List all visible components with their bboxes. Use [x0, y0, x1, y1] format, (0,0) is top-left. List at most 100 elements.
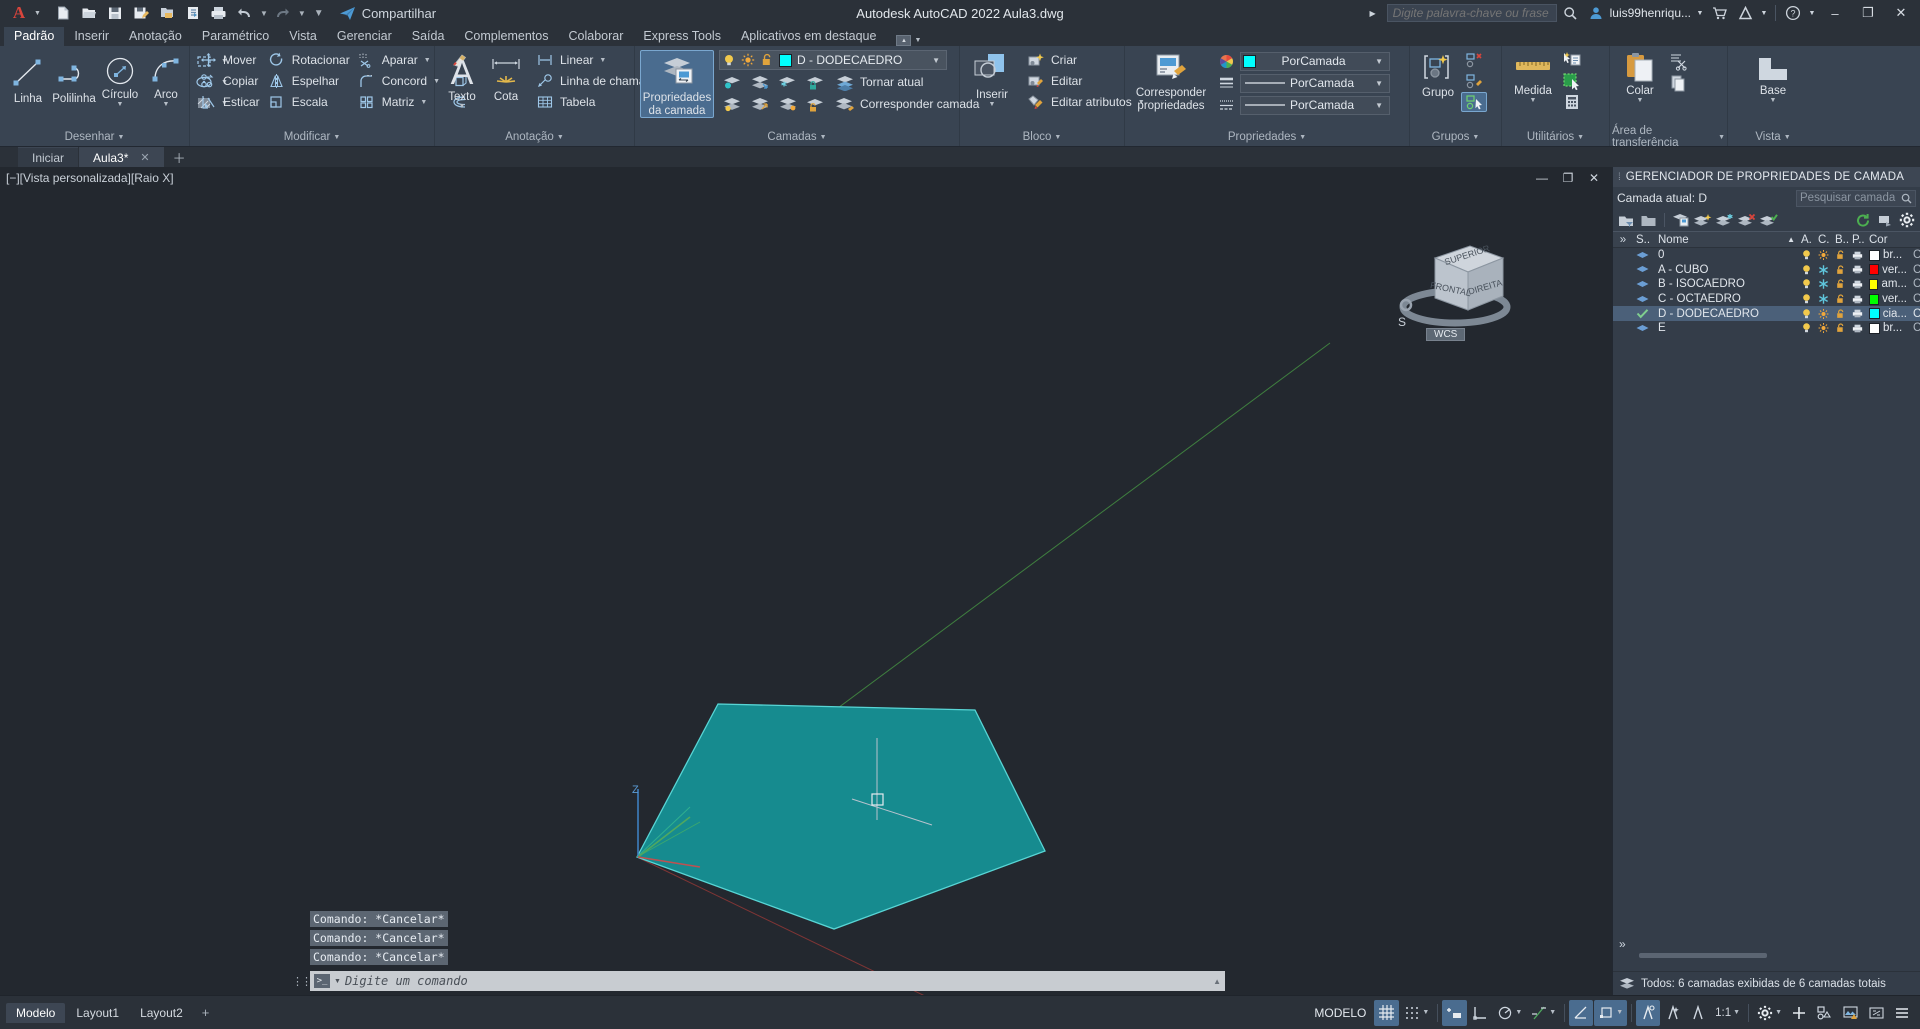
- button-tornar-atual[interactable]: Tornar atual: [831, 72, 927, 92]
- tool-grupo[interactable]: Grupo: [1415, 50, 1461, 99]
- row-freeze-icon[interactable]: [1815, 264, 1832, 276]
- export-button[interactable]: [155, 2, 179, 24]
- ribbon-minimize-group[interactable]: ▲ ▼: [886, 35, 921, 46]
- tool-texto-dropdown-icon[interactable]: ▼: [459, 103, 466, 110]
- refresh-button[interactable]: [1853, 211, 1872, 230]
- row-status-icon[interactable]: [1633, 251, 1655, 260]
- cloud-sync-button[interactable]: [181, 2, 205, 24]
- layer-unfreeze-button[interactable]: [775, 94, 801, 114]
- tool-base-dropdown-icon[interactable]: ▼: [1770, 97, 1777, 104]
- column-nome[interactable]: Nome ▲: [1655, 234, 1798, 246]
- new-document-tab-button[interactable]: ＋: [165, 147, 194, 167]
- row-layer-name[interactable]: 0: [1655, 249, 1798, 261]
- help-chevron-icon[interactable]: ▼: [1807, 2, 1817, 24]
- row-plot-icon[interactable]: [1849, 279, 1866, 290]
- tab-express-tools[interactable]: Express Tools: [633, 27, 731, 46]
- doc-tab-iniciar[interactable]: Iniciar: [18, 147, 79, 167]
- delete-layer-button[interactable]: [1737, 211, 1756, 230]
- close-window-button[interactable]: ✕: [1886, 1, 1916, 25]
- sun-icon[interactable]: [741, 53, 755, 67]
- tool-mover[interactable]: Mover: [195, 50, 264, 70]
- row-freeze-icon[interactable]: [1815, 278, 1832, 290]
- row-lock-icon[interactable]: [1832, 249, 1849, 261]
- layer-isolate-button[interactable]: [719, 72, 745, 92]
- tool-calculadora[interactable]: [1559, 92, 1585, 112]
- customize-display-button[interactable]: [1787, 1000, 1811, 1026]
- layer-palette-title-bar[interactable]: ⁞ GERENCIADOR DE PROPRIEDADES DE CAMADA: [1613, 167, 1920, 187]
- tool-inserir-bloco-dropdown-icon[interactable]: ▼: [989, 101, 996, 108]
- tool-corresponder-propriedades[interactable]: Corresponder propriedades: [1130, 50, 1212, 112]
- row-color[interactable]: ver...: [1866, 293, 1910, 305]
- help-search-input[interactable]: [1392, 6, 1551, 20]
- tool-matriz-dropdown-icon[interactable]: ▼: [420, 99, 427, 106]
- tab-modelo[interactable]: Modelo: [6, 1002, 66, 1023]
- doc-tab-aula3[interactable]: Aula3* ✕: [79, 147, 164, 167]
- row-lock-icon[interactable]: [1832, 278, 1849, 290]
- tool-matriz[interactable]: Matriz ▼: [354, 92, 444, 112]
- layer-search-icon[interactable]: [1901, 193, 1912, 204]
- row-color[interactable]: ver...: [1866, 264, 1910, 276]
- panel-anotacao-chevron-icon[interactable]: ▼: [557, 134, 564, 141]
- save-as-button[interactable]: [129, 2, 153, 24]
- osnap-tracking-toggle[interactable]: ▼: [1527, 1000, 1560, 1026]
- row-freeze-icon[interactable]: [1815, 322, 1832, 334]
- panel-utilitarios-chevron-icon[interactable]: ▼: [1577, 134, 1584, 141]
- dynamic-ucs-toggle[interactable]: [1636, 999, 1661, 1026]
- new-file-button[interactable]: [51, 2, 75, 24]
- tab-colaborar[interactable]: Colaborar: [558, 27, 633, 46]
- layer-off-button[interactable]: [719, 94, 745, 114]
- ortho-mode-toggle[interactable]: [1468, 1000, 1492, 1026]
- tool-circulo-dropdown-icon[interactable]: ▼: [117, 101, 124, 108]
- tool-circulo[interactable]: Círculo ▼: [97, 50, 143, 108]
- row-on-icon[interactable]: [1798, 249, 1815, 261]
- color-combo[interactable]: PorCamada ▼: [1240, 51, 1390, 71]
- tool-polilinha[interactable]: Polilinha: [51, 50, 97, 105]
- redo-dropdown-icon[interactable]: ▼: [297, 9, 307, 18]
- current-layer-combo[interactable]: D - DODECAEDRO ▼: [719, 50, 947, 70]
- polar-dropdown-icon[interactable]: ▼: [1515, 1009, 1522, 1016]
- table-row[interactable]: A - CUBO ver... C: [1613, 263, 1920, 278]
- layer-unisolate-button[interactable]: [747, 72, 773, 92]
- undo-dropdown-icon[interactable]: ▼: [259, 9, 269, 18]
- row-color[interactable]: br...: [1866, 249, 1910, 261]
- account-avatar-icon[interactable]: [1585, 2, 1607, 24]
- new-layer-button[interactable]: [1693, 211, 1712, 230]
- redo-button[interactable]: [271, 2, 295, 24]
- column-cor[interactable]: Cor: [1866, 234, 1910, 246]
- row-status-icon[interactable]: [1633, 265, 1655, 274]
- tool-selecao-grupo[interactable]: [1461, 92, 1487, 112]
- panel-grupos-chevron-icon[interactable]: ▼: [1472, 134, 1479, 141]
- row-on-icon[interactable]: [1798, 308, 1815, 320]
- tab-saida[interactable]: Saída: [402, 27, 455, 46]
- panel-desenhar-chevron-icon[interactable]: ▼: [117, 134, 124, 141]
- tool-arco-dropdown-icon[interactable]: ▼: [163, 101, 170, 108]
- otrack-dropdown-icon[interactable]: ▼: [1549, 1009, 1556, 1016]
- row-plot-icon[interactable]: [1849, 323, 1866, 334]
- panel-area-transferencia-chevron-icon[interactable]: ▼: [1718, 134, 1725, 141]
- scrollbar-thumb[interactable]: [1639, 953, 1767, 958]
- minimize-window-button[interactable]: –: [1820, 1, 1850, 25]
- new-property-filter-button[interactable]: [1617, 211, 1636, 230]
- add-layout-button[interactable]: +: [194, 1005, 218, 1020]
- ribbon-display-icon[interactable]: ▲: [896, 35, 912, 46]
- column-plotar[interactable]: P..: [1849, 234, 1866, 246]
- tab-complementos[interactable]: Complementos: [454, 27, 558, 46]
- help-icon[interactable]: ?: [1782, 2, 1804, 24]
- table-row[interactable]: E br... C: [1613, 321, 1920, 336]
- layer-lock-button[interactable]: [803, 72, 829, 92]
- sort-ascending-icon[interactable]: ▲: [1787, 235, 1795, 244]
- row-status-icon[interactable]: [1633, 295, 1655, 304]
- tool-desagrupar[interactable]: [1461, 50, 1487, 70]
- graphics-performance-button[interactable]: [1838, 1000, 1863, 1026]
- tab-gerenciar[interactable]: Gerenciar: [327, 27, 402, 46]
- workspace-dropdown-icon[interactable]: ▼: [1775, 1009, 1782, 1016]
- column-bloquear[interactable]: B..: [1832, 234, 1849, 246]
- drawing-canvas[interactable]: [−][Vista personalizada][Raio X] — ❐ ✕ Z: [0, 167, 1920, 995]
- tool-texto[interactable]: A Texto ▼: [440, 50, 484, 110]
- row-color[interactable]: am...: [1866, 278, 1910, 290]
- annotation-scale[interactable]: 1:1 ▼: [1711, 1000, 1744, 1026]
- workspace-switching-button[interactable]: ▼: [1753, 1000, 1786, 1026]
- row-layer-name[interactable]: A - CUBO: [1655, 264, 1798, 276]
- table-row[interactable]: 0 br... C: [1613, 248, 1920, 263]
- tool-concord[interactable]: Concord ▼: [354, 71, 444, 91]
